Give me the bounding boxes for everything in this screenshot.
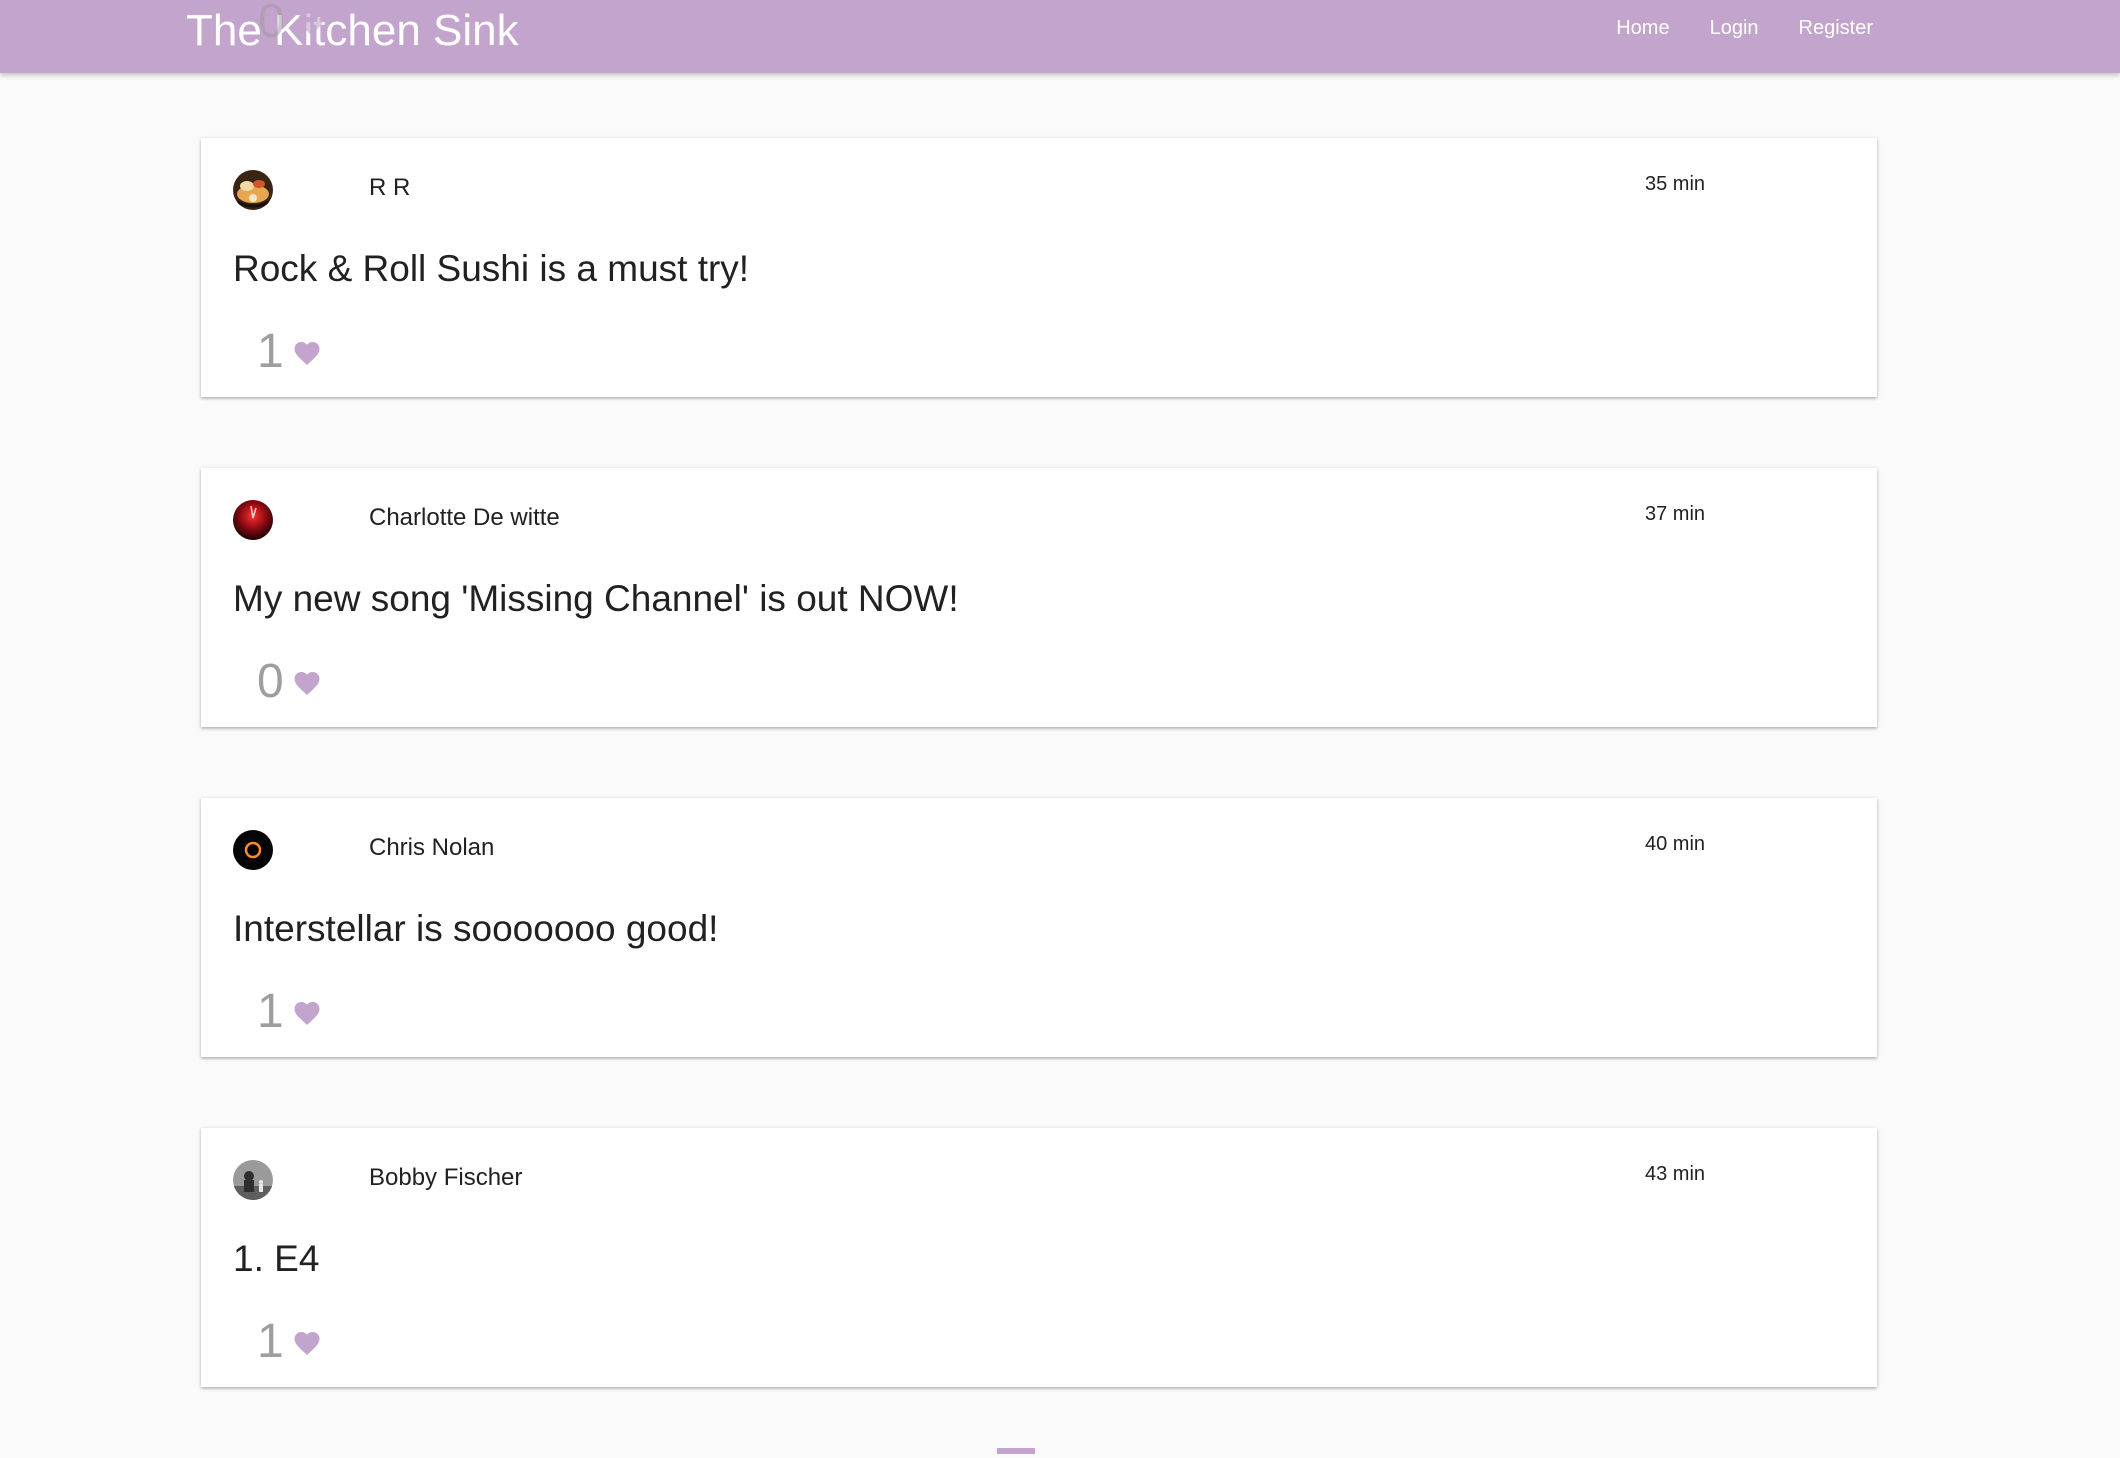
like-count: 0 (257, 655, 284, 708)
like-section: 1 (257, 1318, 322, 1366)
post-author[interactable]: Chris Nolan (369, 834, 494, 862)
heart-icon[interactable] (292, 998, 322, 1026)
post-timestamp: 40 min (1645, 833, 1706, 855)
post-author[interactable]: Bobby Fischer (369, 1164, 522, 1192)
heart-icon[interactable] (292, 668, 322, 696)
black-hole-avatar-image (233, 830, 273, 870)
nav-links: Home Login Register (1616, 17, 1873, 40)
nav-login-link[interactable]: Login (1710, 17, 1759, 40)
post-content: My new song 'Missing Channel' is out NOW… (233, 578, 959, 619)
concert-avatar-image (233, 500, 273, 540)
sushi-avatar-image (233, 170, 273, 210)
post-card: Chris Nolan 40 min Interstellar is soooo… (201, 798, 1877, 1057)
like-section: 0 (257, 658, 322, 706)
avatar[interactable] (233, 830, 273, 870)
post-card: Bobby Fischer 43 min 1. E4 1 (201, 1128, 1877, 1387)
avatar[interactable] (233, 1160, 273, 1200)
heart-icon[interactable] (292, 338, 322, 366)
like-count: 1 (257, 985, 284, 1038)
nav-home-link[interactable]: Home (1616, 17, 1669, 40)
chess-avatar-image (233, 1160, 273, 1200)
post-timestamp: 37 min (1645, 503, 1706, 525)
post-author[interactable]: Charlotte De witte (369, 504, 560, 532)
like-count: 1 (257, 1315, 284, 1368)
post-content: Rock & Roll Sushi is a must try! (233, 248, 750, 289)
post-feed: R R 35 min Rock & Roll Sushi is a must t… (201, 138, 1877, 1458)
post-content: Interstellar is sooooooo good! (233, 908, 719, 949)
post-timestamp: 43 min (1645, 1163, 1706, 1185)
nav-register-link[interactable]: Register (1799, 17, 1873, 40)
post-card: R R 35 min Rock & Roll Sushi is a must t… (201, 138, 1877, 397)
post-content: 1. E4 (233, 1238, 320, 1279)
brand-title[interactable]: The Kitchen Sink (186, 6, 519, 56)
heart-icon[interactable] (292, 1328, 322, 1356)
like-section: 1 (257, 988, 322, 1036)
pagination-button-partial[interactable] (997, 1448, 1035, 1454)
post-author[interactable]: R R (369, 174, 410, 202)
post-timestamp: 35 min (1645, 173, 1706, 195)
post-card: Charlotte De witte 37 min My new song 'M… (201, 468, 1877, 727)
like-section: 1 (257, 328, 322, 376)
top-navbar: The Kitchen Sink Home Login Register (0, 0, 2120, 73)
like-count: 1 (257, 325, 284, 378)
avatar[interactable] (233, 500, 273, 540)
avatar[interactable] (233, 170, 273, 210)
